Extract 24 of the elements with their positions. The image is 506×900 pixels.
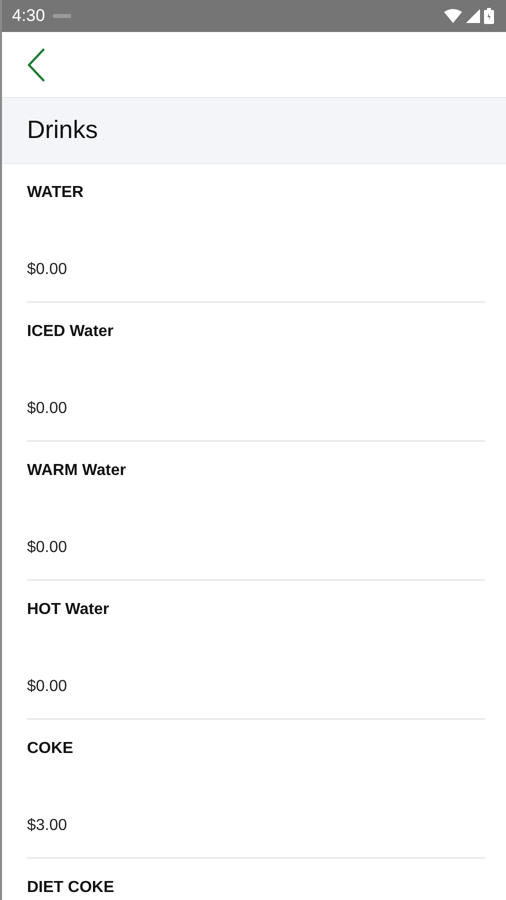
- item-name: WATER: [27, 183, 85, 203]
- item-name: COKE: [27, 739, 74, 759]
- item-price: $0.00: [27, 260, 68, 280]
- item-name: DIET COKE: [27, 878, 116, 898]
- menu-item[interactable]: COKE $3.00: [27, 720, 485, 859]
- status-time: 4:30: [12, 5, 46, 28]
- menu-item[interactable]: ICED Water $0.00: [27, 303, 485, 442]
- notification-icon: [53, 13, 72, 19]
- wifi-icon: [444, 9, 462, 23]
- item-price: $0.00: [27, 399, 68, 419]
- item-price: $0.00: [27, 538, 68, 558]
- item-name: WARM Water: [27, 461, 127, 481]
- menu-item[interactable]: DIET COKE: [27, 859, 485, 900]
- menu-item[interactable]: HOT Water $0.00: [27, 581, 485, 720]
- signal-icon: [466, 9, 480, 23]
- item-name: HOT Water: [27, 600, 110, 620]
- section-title: Drinks: [27, 114, 98, 146]
- menu-item[interactable]: WARM Water $0.00: [27, 442, 485, 581]
- item-price: $3.00: [27, 816, 68, 836]
- battery-icon: [484, 8, 494, 24]
- item-price: $0.00: [27, 677, 68, 697]
- menu-item[interactable]: WATER $0.00: [27, 164, 485, 303]
- back-button[interactable]: [26, 46, 46, 82]
- item-name: ICED Water: [27, 322, 115, 342]
